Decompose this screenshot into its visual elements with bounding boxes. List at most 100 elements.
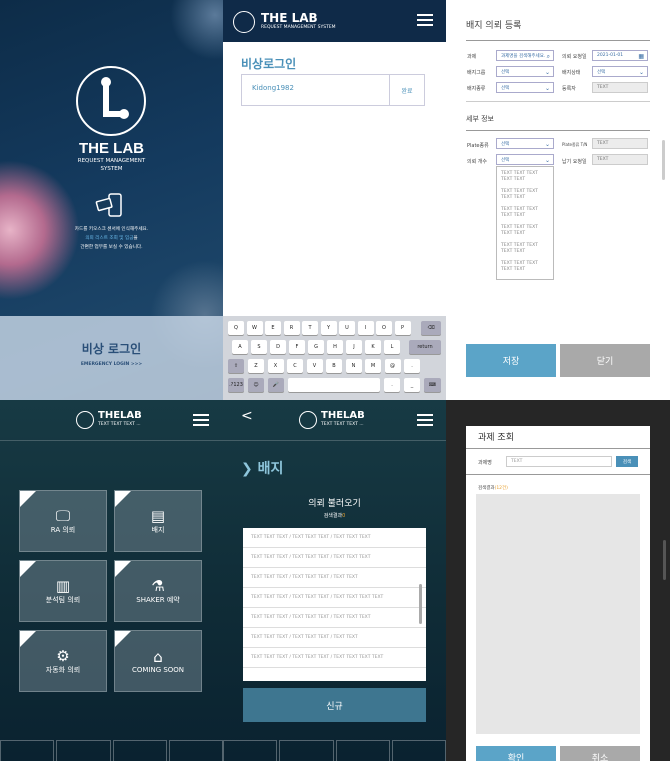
menu-icon[interactable] xyxy=(417,14,433,26)
key[interactable]: Z xyxy=(248,359,264,373)
tile-shaker-reserve[interactable]: ⚗ SHAKER 예약 xyxy=(114,560,202,622)
keyboard: Q W E R T Y U I O P ⌫ A S D F G H J K Lreturn ⇧ Z X C V B N M @. .?12… xyxy=(223,316,446,400)
task-name-input[interactable]: TEXT xyxy=(506,456,612,467)
registrant-label: 등록자 xyxy=(562,86,576,92)
list-item[interactable]: TEXT TEXT TEXT / TEXT TEXT TEXT / TEXT T… xyxy=(243,528,426,548)
key[interactable]: N xyxy=(345,359,362,373)
ok-button[interactable]: 확인 xyxy=(476,746,556,761)
key[interactable]: K xyxy=(365,340,381,354)
dropdown-option[interactable]: TEXT TEXT xyxy=(497,249,553,255)
logo-subtitle: REQUEST MANAGEMENT xyxy=(77,158,146,164)
key[interactable]: D xyxy=(270,340,286,354)
keyboard-icon[interactable]: ⌨ xyxy=(424,378,441,392)
tile-ra-request[interactable]: 🖵 RA 의뢰 xyxy=(19,490,107,552)
key[interactable]: J xyxy=(346,340,362,354)
calendar-icon[interactable]: ▦ xyxy=(638,53,644,60)
tab-home[interactable] xyxy=(0,740,55,761)
shift-key[interactable]: ⇧ xyxy=(228,359,244,373)
backspace-key[interactable]: ⌫ xyxy=(421,321,441,335)
key[interactable]: W xyxy=(246,321,263,335)
user-id-input[interactable]: Kidong1982 xyxy=(242,75,390,105)
close-button[interactable]: 닫기 xyxy=(560,344,650,377)
menu-icon[interactable] xyxy=(193,414,209,426)
search-icon[interactable]: ⌕ xyxy=(547,53,550,61)
menu-icon[interactable] xyxy=(417,414,433,426)
dropdown-option[interactable]: TEXT TEXT xyxy=(497,231,553,237)
back-icon[interactable]: < xyxy=(241,408,253,424)
tile-badge[interactable]: ▤ 배지 xyxy=(114,490,202,552)
tab-print[interactable] xyxy=(335,740,390,761)
tab-doc[interactable] xyxy=(168,740,223,761)
key[interactable]: P xyxy=(394,321,411,335)
status-select[interactable]: 선택 ⌄ xyxy=(592,66,648,77)
task-search-input[interactable]: 과제명을 검색해주세요. ⌕ xyxy=(496,50,554,61)
space-key[interactable] xyxy=(288,378,380,392)
cancel-button[interactable]: 취소 xyxy=(560,746,640,761)
key[interactable]: U xyxy=(339,321,355,335)
scrollbar[interactable] xyxy=(663,540,666,580)
key[interactable]: H xyxy=(327,340,343,354)
tab-list[interactable] xyxy=(279,740,334,761)
divider xyxy=(466,474,650,475)
list-item[interactable]: TEXT TEXT TEXT / TEXT TEXT TEXT / TEXT T… xyxy=(243,588,426,608)
key[interactable]: @ xyxy=(384,359,401,373)
count-select[interactable]: 선택 ⌄ xyxy=(496,154,554,165)
key[interactable]: Q xyxy=(228,321,244,335)
scrollbar[interactable] xyxy=(662,140,665,180)
dropdown-option[interactable]: TEXT TEXT xyxy=(497,213,553,219)
tile-automation-request[interactable]: ⚙ 자동화 의뢰 xyxy=(19,630,107,692)
key[interactable]: T xyxy=(302,321,318,335)
list-item[interactable]: TEXT TEXT TEXT / TEXT TEXT TEXT / TEXT T… xyxy=(243,608,426,628)
list-item[interactable]: TEXT TEXT TEXT / TEXT TEXT TEXT / TEXT T… xyxy=(243,568,426,588)
mic-key[interactable]: 🎤 xyxy=(268,378,284,392)
key[interactable]: O xyxy=(376,321,392,335)
type-value: 선택 xyxy=(501,85,510,91)
request-date-input[interactable]: 2021-01-01 ▦ xyxy=(592,50,648,61)
instruction-line2: 의뢰 리스트 조회 및 입금 을 xyxy=(0,235,223,241)
tab-print[interactable] xyxy=(112,740,167,761)
clipboard-icon: ▤ xyxy=(150,507,166,525)
dot-key[interactable]: . xyxy=(384,378,400,392)
key[interactable]: M xyxy=(365,359,381,373)
key[interactable]: G xyxy=(308,340,324,354)
result-list-area xyxy=(476,494,640,734)
list-item[interactable]: TEXT TEXT TEXT / TEXT TEXT TEXT / TEXT T… xyxy=(243,648,426,668)
tab-home[interactable] xyxy=(223,740,278,761)
dropdown-option[interactable]: TEXT TEXT xyxy=(497,195,553,201)
search-button[interactable]: 검색 xyxy=(616,456,638,467)
header-title: THELAB xyxy=(98,410,142,421)
type-select[interactable]: 선택 ⌄ xyxy=(496,82,554,93)
save-button[interactable]: 저장 xyxy=(466,344,556,377)
emergency-login-button[interactable]: 비상 로그인 EMERGENCY LOGIN >>> xyxy=(0,316,223,400)
key[interactable]: S xyxy=(251,340,267,354)
key[interactable]: L xyxy=(384,340,400,354)
numbers-key[interactable]: .?123 xyxy=(228,378,244,392)
scrollbar[interactable] xyxy=(419,584,422,624)
tile-coming-soon[interactable]: ⌂ COMING SOON xyxy=(114,630,202,692)
return-key[interactable]: return xyxy=(409,340,441,354)
key[interactable]: I xyxy=(357,321,374,335)
key[interactable]: X xyxy=(267,359,284,373)
tile-analysis-request[interactable]: ▥ 분석팀 의뢰 xyxy=(19,560,107,622)
key[interactable]: A xyxy=(232,340,248,354)
key[interactable]: F xyxy=(289,340,305,354)
plate-select[interactable]: 선택 ⌄ xyxy=(496,138,554,149)
list-item[interactable]: TEXT TEXT TEXT / TEXT TEXT TEXT / TEXT T… xyxy=(243,628,426,648)
key[interactable]: V xyxy=(306,359,323,373)
dropdown-option[interactable]: TEXT TEXT xyxy=(497,177,553,183)
key[interactable]: B xyxy=(326,359,342,373)
key[interactable]: . xyxy=(404,359,420,373)
dropdown-option[interactable]: TEXT TEXT xyxy=(497,267,553,273)
key[interactable]: C xyxy=(287,359,303,373)
key[interactable]: E xyxy=(265,321,281,335)
confirm-button[interactable]: 완료 xyxy=(390,75,424,105)
emoji-key[interactable]: ☺ xyxy=(248,378,264,392)
underscore-key[interactable]: _ xyxy=(404,378,420,392)
tab-list[interactable] xyxy=(56,740,111,761)
tab-doc[interactable] xyxy=(391,740,446,761)
key[interactable]: Y xyxy=(320,321,337,335)
group-select[interactable]: 선택 ⌄ xyxy=(496,66,554,77)
new-button[interactable]: 신규 xyxy=(243,688,426,722)
list-item[interactable]: TEXT TEXT TEXT / TEXT TEXT TEXT / TEXT T… xyxy=(243,548,426,568)
key[interactable]: R xyxy=(283,321,300,335)
